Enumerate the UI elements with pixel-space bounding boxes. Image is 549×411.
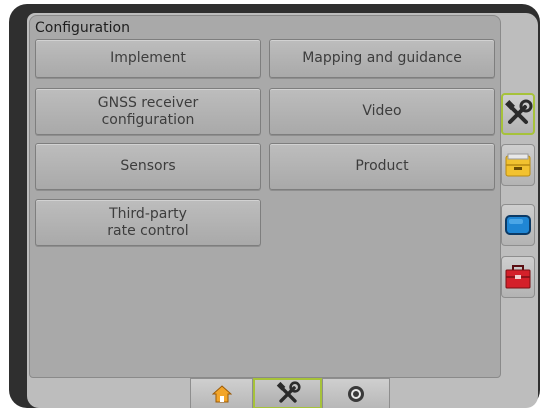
sidebar-item-configuration[interactable] bbox=[501, 93, 535, 135]
tools-icon bbox=[505, 99, 533, 124]
gnss-receiver-configuration-button[interactable]: GNSS receiver configuration bbox=[35, 88, 261, 135]
tab-camera[interactable] bbox=[322, 378, 390, 408]
tab-configuration[interactable] bbox=[253, 378, 322, 408]
sidebar-item-display[interactable] bbox=[501, 204, 535, 246]
display-icon bbox=[505, 215, 531, 235]
sidebar-item-job-data[interactable] bbox=[501, 144, 535, 186]
toolbox-icon bbox=[505, 265, 531, 289]
home-icon bbox=[211, 384, 232, 402]
file-drawer-icon bbox=[505, 153, 531, 177]
tools-icon bbox=[276, 380, 301, 403]
sensors-button[interactable]: Sensors bbox=[35, 143, 261, 190]
sidebar-item-tools[interactable] bbox=[501, 256, 535, 298]
configuration-panel: Configuration Implement Mapping and guid… bbox=[29, 15, 501, 378]
screen: Configuration Implement Mapping and guid… bbox=[27, 13, 538, 408]
video-button[interactable]: Video bbox=[269, 88, 495, 135]
tab-home[interactable] bbox=[190, 378, 253, 408]
camera-icon bbox=[348, 385, 364, 402]
product-button[interactable]: Product bbox=[269, 143, 495, 190]
mapping-guidance-button[interactable]: Mapping and guidance bbox=[269, 39, 495, 78]
panel-title: Configuration bbox=[35, 20, 130, 36]
implement-button[interactable]: Implement bbox=[35, 39, 261, 78]
third-party-rate-control-button[interactable]: Third-party rate control bbox=[35, 199, 261, 246]
device-bezel: Configuration Implement Mapping and guid… bbox=[9, 4, 540, 408]
